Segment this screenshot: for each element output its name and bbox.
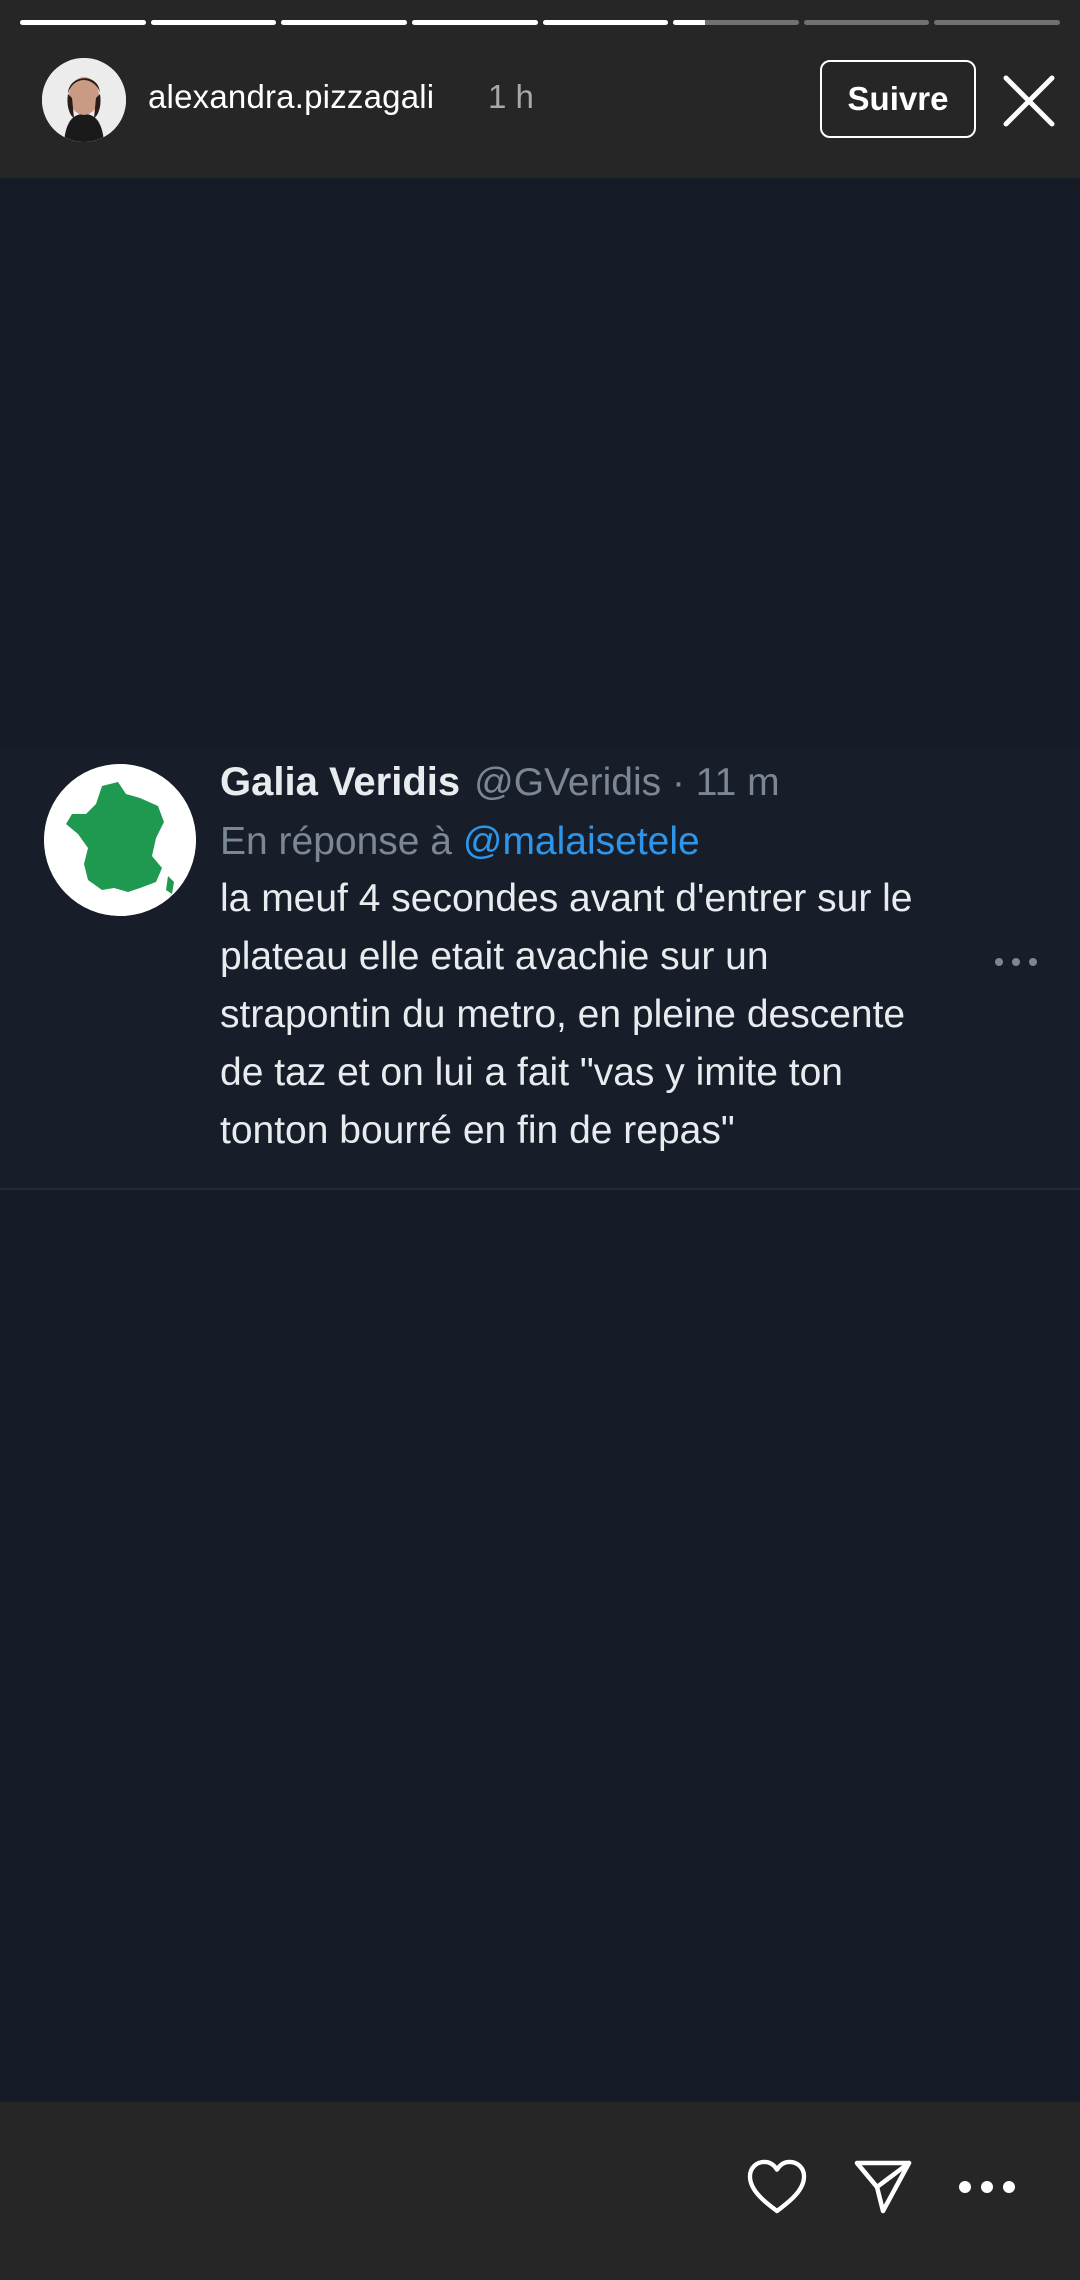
send-icon [854, 2160, 912, 2214]
close-button[interactable] [1000, 72, 1058, 130]
share-button[interactable] [848, 2152, 918, 2222]
story-progress-fill [20, 20, 146, 25]
tweet-line: plateau elle etait avachie sur un [220, 935, 769, 978]
story-progress-fill [281, 20, 407, 25]
close-icon [1003, 75, 1055, 127]
story-progress-segment [150, 20, 277, 25]
story-progress-segment [803, 20, 930, 25]
story-progress-segment [542, 20, 669, 25]
tweet-avatar [44, 764, 196, 916]
tweet-text: la meuf 4 secondes avant d'entrer sur le… [220, 870, 1060, 1160]
tweet-line: strapontin du metro, en pleine descente [220, 993, 906, 1036]
like-button[interactable] [742, 2152, 812, 2222]
story-screen: alexandra.pizzagali 1 h Suivre Galia Ver… [0, 0, 1080, 2280]
story-progress-fill [150, 20, 277, 25]
tweet-line: la meuf 4 secondes avant d'entrer sur le [220, 877, 913, 920]
more-horizontal-icon [959, 2181, 1015, 2193]
follow-button[interactable]: Suivre [820, 60, 976, 138]
story-footer [0, 2102, 1080, 2280]
story-progress-segment [281, 20, 407, 25]
tweet-header: Galia Veridis @GVeridis · 11 m [220, 760, 780, 820]
tweet-author-handle: @GVeridis · 11 m [474, 761, 780, 804]
story-progress-segment [673, 20, 799, 25]
story-progress-fill [673, 20, 705, 25]
story-progress-fill [542, 20, 669, 25]
username[interactable]: alexandra.pizzagali [148, 78, 434, 116]
reply-prefix: En réponse à [220, 820, 453, 863]
more-options-button[interactable] [952, 2152, 1022, 2222]
tweet-author-name[interactable]: Galia Veridis [220, 760, 460, 805]
tweet-divider [0, 1188, 1080, 1190]
reply-context: En réponse à @malaisetele [220, 820, 700, 864]
avatar[interactable] [42, 58, 126, 142]
story-header: alexandra.pizzagali 1 h Suivre [0, 0, 1080, 178]
reply-mention: @malaisetele [462, 820, 700, 863]
story-progress-segment [411, 20, 538, 25]
france-map-icon [44, 764, 196, 916]
heart-icon [747, 2159, 807, 2214]
story-progress-fill [411, 20, 538, 25]
tweet-line: de taz et on lui a fait "vas y imite ton [220, 1051, 843, 1094]
profile-photo-icon [42, 58, 126, 142]
tweet-line: tonton bourré en fin de repas" [220, 1109, 735, 1152]
story-progress-segment [20, 20, 146, 25]
story-progress-segment [934, 20, 1060, 25]
story-progress [20, 20, 1060, 26]
post-time: 1 h [488, 78, 534, 115]
